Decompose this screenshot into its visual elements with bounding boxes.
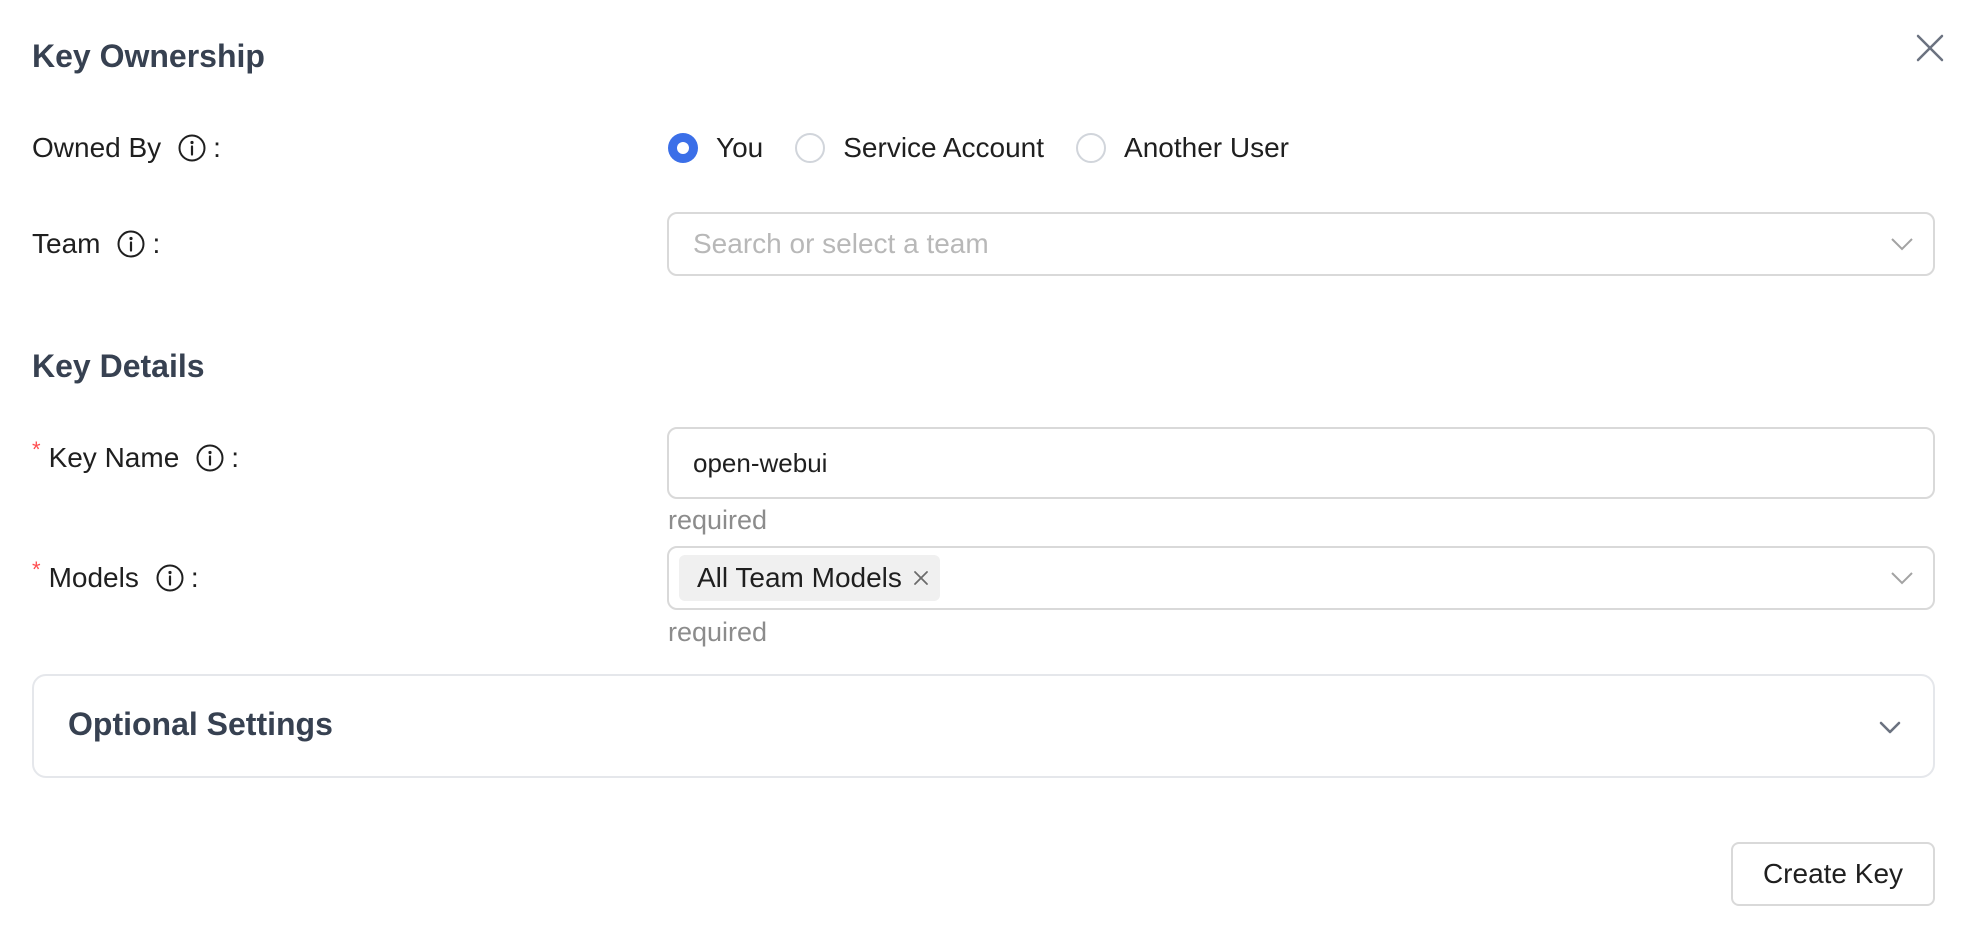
radio-label-service-account: Service Account [843,132,1045,163]
colon: : [190,562,199,593]
colon: : [213,132,221,163]
key-name-helper-text: required [668,505,768,535]
radio-label-another-user: Another User [1124,132,1289,163]
create-key-modal: Key Ownership Owned By : You Service Acc… [0,0,1976,930]
info-icon[interactable] [195,443,225,473]
colon: : [152,228,161,259]
info-icon[interactable] [155,563,185,593]
models-select[interactable]: All Team Models [667,546,1935,610]
colon: : [231,442,240,473]
radio-you[interactable]: You [668,132,763,164]
models-label: * Models : [32,557,199,598]
radio-checked-icon[interactable] [668,133,698,163]
info-icon[interactable] [116,229,146,259]
model-tag: All Team Models [679,555,940,601]
optional-settings-title: Optional Settings [68,706,333,742]
create-key-button[interactable]: Create Key [1731,842,1935,906]
radio-unchecked-icon[interactable] [1076,133,1107,163]
key-name-input-value: open-webui [693,447,828,478]
owned-by-label-text: Owned By [32,132,162,163]
team-label-text: Team [32,228,101,259]
required-marker: * [32,557,41,582]
key-name-input[interactable]: open-webui [667,427,1935,499]
team-select-placeholder: Search or select a team [693,228,989,259]
chevron-down-icon[interactable] [1889,566,1915,590]
info-icon[interactable] [177,133,207,163]
radio-label-you: You [716,132,764,163]
optional-settings-panel[interactable]: Optional Settings [32,674,1935,778]
models-helper-text: required [668,617,768,647]
key-name-label-text: Key Name [48,442,180,473]
owned-by-label: Owned By : [32,128,221,168]
section-title-key-details: Key Details [32,348,205,384]
team-select[interactable]: Search or select a team [667,212,1935,276]
chevron-down-icon[interactable] [1889,232,1915,256]
models-label-text: Models [48,562,139,593]
radio-service-account[interactable]: Service Account [795,132,1044,164]
close-icon[interactable] [912,569,930,587]
radio-another-user[interactable]: Another User [1076,132,1289,164]
required-marker: * [32,437,41,462]
model-tag-label: All Team Models [697,562,902,593]
radio-unchecked-icon[interactable] [795,133,826,163]
close-icon[interactable] [1912,30,1948,66]
chevron-down-icon[interactable] [1877,716,1903,740]
owned-by-radio-group: You Service Account Another User [668,128,1321,168]
section-title-key-ownership: Key Ownership [32,38,265,74]
team-label: Team : [32,224,160,264]
key-name-label: * Key Name : [32,437,240,478]
